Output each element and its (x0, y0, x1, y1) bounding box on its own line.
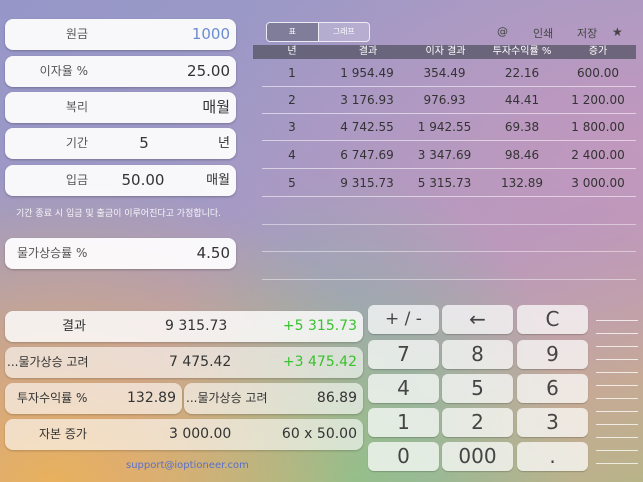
period-unit[interactable]: 년 (218, 128, 230, 159)
roi-inflation-panel: ...물가상승 고려 86.89 (184, 383, 363, 414)
table-row: 3 4 742.55 1 942.55 69.38 1 800.00 (262, 114, 636, 141)
favorite-star-icon[interactable]: ★ (612, 25, 623, 39)
period-label: 기간 (65, 136, 88, 150)
principal-input[interactable]: 1000 (192, 19, 230, 50)
header-year: 년 (287, 46, 297, 57)
principal-label: 원금 (65, 27, 88, 41)
capital-detail: 60 x 50.00 (281, 426, 357, 442)
key-0[interactable]: 0 (368, 442, 439, 471)
period-field[interactable]: 기간 5 년 (5, 128, 236, 159)
decorative-line (596, 398, 638, 399)
result-label: 결과 (62, 319, 86, 334)
key-decimal[interactable]: . (517, 442, 588, 471)
decorative-line (596, 385, 638, 386)
key-4[interactable]: 4 (368, 374, 439, 403)
key-1[interactable]: 1 (368, 408, 439, 437)
result-value: 9 315.73 (165, 318, 228, 334)
table-row: 5 9 315.73 5 315.73 132.89 3 000.00 (262, 170, 636, 197)
header-roi: 투자수익률 % (492, 46, 552, 57)
header-result: 결과 (358, 46, 378, 57)
deposit-label: 입금 (65, 173, 88, 187)
view-toggle[interactable]: 표 그래프 (266, 22, 370, 42)
rate-input[interactable]: 25.00 (187, 56, 230, 87)
capital-value: 3 000.00 (169, 426, 232, 442)
table-row: 1 1 954.49 354.49 22.16 600.00 (262, 60, 636, 87)
decorative-line (596, 411, 638, 412)
header-interest: 이자 결과 (425, 46, 466, 57)
decorative-line (596, 333, 638, 334)
deposit-frequency[interactable]: 매월 (206, 165, 230, 196)
decorative-line (596, 437, 638, 438)
table-header: 년 결과 이자 결과 투자수익률 % 증가 (253, 45, 636, 59)
roi-panel: 투자수익률 % 132.89 (5, 383, 182, 414)
tab-table[interactable]: 표 (267, 23, 318, 41)
inflation-adjusted-label: ...물가상승 고려 (7, 355, 89, 369)
backspace-key[interactable]: ← (442, 305, 513, 334)
decorative-line (596, 346, 638, 347)
roi-value: 132.89 (127, 390, 176, 406)
capital-panel: 자본 증가 3 000.00 60 x 50.00 (5, 419, 363, 450)
inflation-adjusted-panel: ...물가상승 고려 7 475.42 +3 475.42 (5, 347, 363, 378)
inflation-field[interactable]: 물가상승률 % 4.50 (5, 238, 236, 269)
key-2[interactable]: 2 (442, 408, 513, 437)
decorative-line (596, 424, 638, 425)
table-empty-line (262, 279, 636, 280)
key-3[interactable]: 3 (517, 408, 588, 437)
key-5[interactable]: 5 (442, 374, 513, 403)
save-button[interactable]: 저장 (577, 25, 597, 41)
roi-label: 투자수익률 % (17, 391, 88, 405)
rate-label: 이자율 % (39, 64, 88, 78)
period-input[interactable]: 5 (123, 128, 165, 159)
compound-select[interactable]: 매월 (202, 92, 230, 123)
roi-inflation-value: 86.89 (316, 390, 357, 406)
principal-field[interactable]: 원금 1000 (5, 19, 236, 50)
capital-label: 자본 증가 (39, 427, 87, 441)
decorative-line (596, 463, 638, 464)
inflation-label: 물가상승률 % (17, 246, 88, 260)
rate-field[interactable]: 이자율 % 25.00 (5, 56, 236, 87)
key-000[interactable]: 000 (442, 442, 513, 471)
table-empty-line (262, 251, 636, 252)
decorative-line (596, 320, 638, 321)
header-increase: 증가 (588, 46, 608, 57)
result-delta: +5 315.73 (282, 318, 357, 334)
table-row: 2 3 176.93 976.93 44.41 1 200.00 (262, 87, 636, 114)
table-row: 4 6 747.69 3 347.69 98.46 2 400.00 (262, 142, 636, 169)
roi-inflation-label: ...물가상승 고려 (186, 391, 268, 405)
support-email-link[interactable]: support@ioptioneer.com (126, 460, 249, 471)
assumption-note: 기간 종료 시 입금 및 출금이 이루어진다고 가정합니다. (16, 209, 222, 219)
key-7[interactable]: 7 (368, 340, 439, 369)
table-empty-line (262, 224, 636, 225)
key-9[interactable]: 9 (517, 340, 588, 369)
result-panel: 결과 9 315.73 +5 315.73 (5, 311, 363, 342)
share-at-button[interactable]: @ (497, 25, 508, 38)
key-6[interactable]: 6 (517, 374, 588, 403)
inflation-adjusted-delta: +3 475.42 (282, 354, 357, 370)
decorative-line (596, 359, 638, 360)
key-8[interactable]: 8 (442, 340, 513, 369)
deposit-input[interactable]: 50.00 (113, 165, 173, 196)
decorative-line (596, 372, 638, 373)
compound-field[interactable]: 복리 매월 (5, 92, 236, 123)
inflation-input[interactable]: 4.50 (197, 238, 230, 269)
decorative-line (596, 450, 638, 451)
compound-label: 복리 (65, 100, 88, 114)
plus-minus-key[interactable]: + / - (368, 305, 439, 334)
tab-graph[interactable]: 그래프 (317, 23, 369, 41)
deposit-field[interactable]: 입금 50.00 매월 (5, 165, 236, 196)
print-button[interactable]: 인쇄 (533, 25, 553, 41)
inflation-adjusted-value: 7 475.42 (169, 354, 232, 370)
clear-key[interactable]: C (517, 305, 588, 334)
